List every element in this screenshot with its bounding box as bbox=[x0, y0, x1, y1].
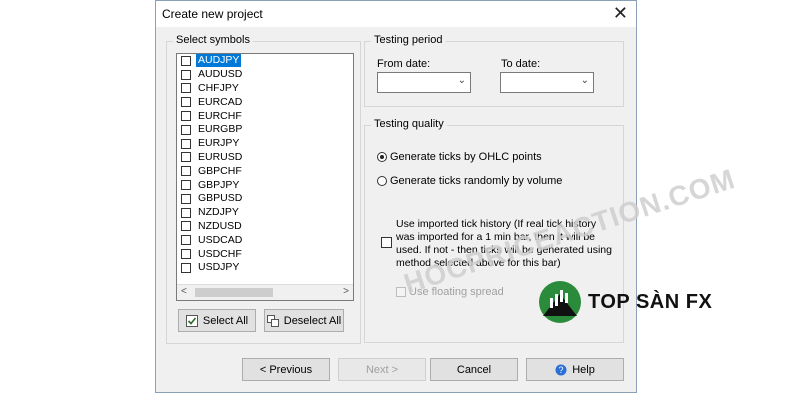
dialog-title: Create new project bbox=[162, 7, 263, 21]
testing-period-title: Testing period bbox=[371, 34, 446, 46]
chevron-down-icon: ⌄ bbox=[457, 75, 466, 86]
symbol-checkbox[interactable] bbox=[181, 166, 191, 177]
symbol-checkbox[interactable] bbox=[181, 111, 191, 122]
symbol-checkbox[interactable] bbox=[181, 235, 191, 246]
from-date-select[interactable]: ⌄ bbox=[377, 72, 471, 93]
radio-random-label: Generate ticks randomly by volume bbox=[390, 175, 563, 187]
testing-quality-title: Testing quality bbox=[371, 118, 447, 130]
tick-history-checkbox[interactable] bbox=[381, 237, 392, 248]
help-button[interactable]: ? Help bbox=[526, 358, 624, 381]
list-item[interactable]: USDJPY bbox=[177, 261, 353, 275]
brand-logo: TOP SÀN FX bbox=[538, 280, 712, 324]
previous-button[interactable]: < Previous bbox=[242, 358, 330, 381]
list-item[interactable]: AUDJPY bbox=[177, 54, 353, 68]
symbol-checkbox[interactable] bbox=[181, 262, 191, 273]
symbol-checkbox[interactable] bbox=[181, 138, 191, 149]
select-all-button[interactable]: Select All bbox=[178, 309, 256, 332]
symbol-checkbox[interactable] bbox=[181, 180, 191, 191]
help-label: Help bbox=[572, 363, 595, 376]
radio-random-circle[interactable] bbox=[377, 176, 387, 186]
next-button[interactable]: Next > bbox=[338, 358, 426, 381]
deselect-all-icon bbox=[266, 314, 279, 327]
symbol-label: AUDUSD bbox=[198, 68, 243, 81]
list-item[interactable]: CHFJPY bbox=[177, 82, 353, 96]
symbol-checkbox[interactable] bbox=[181, 83, 191, 94]
from-date-label: From date: bbox=[377, 58, 431, 70]
symbol-label: EURCHF bbox=[198, 109, 242, 122]
symbol-label: CHFJPY bbox=[198, 81, 239, 94]
close-icon[interactable]: ✕ bbox=[613, 3, 628, 24]
list-item[interactable]: GBPUSD bbox=[177, 192, 353, 206]
symbols-group-title: Select symbols bbox=[173, 34, 253, 46]
symbol-checkbox[interactable] bbox=[181, 221, 191, 232]
previous-label: < Previous bbox=[259, 363, 313, 376]
scroll-right-icon[interactable]: > bbox=[343, 286, 349, 297]
symbol-label: NZDUSD bbox=[198, 219, 242, 232]
symbol-checkbox[interactable] bbox=[181, 249, 191, 260]
svg-text:?: ? bbox=[559, 365, 564, 375]
floating-spread-checkbox[interactable] bbox=[396, 287, 406, 297]
list-item[interactable]: EURUSD bbox=[177, 151, 353, 165]
scrollbar-thumb[interactable] bbox=[195, 288, 273, 297]
select-all-label: Select All bbox=[202, 314, 249, 327]
list-item[interactable]: NZDUSD bbox=[177, 220, 353, 234]
symbol-checkbox[interactable] bbox=[181, 152, 191, 163]
horizontal-scrollbar[interactable]: < > bbox=[177, 284, 353, 300]
symbol-checkbox[interactable] bbox=[181, 193, 191, 204]
list-item[interactable]: EURJPY bbox=[177, 137, 353, 151]
list-item[interactable]: EURCHF bbox=[177, 109, 353, 123]
symbol-label: AUDJPY bbox=[196, 54, 242, 68]
list-item[interactable]: GBPJPY bbox=[177, 178, 353, 192]
symbol-label: USDCHF bbox=[198, 247, 242, 260]
deselect-all-button[interactable]: Deselect All bbox=[264, 309, 344, 332]
symbol-label: EURJPY bbox=[198, 137, 240, 150]
symbol-label: USDJPY bbox=[198, 261, 240, 274]
symbol-label: EURUSD bbox=[198, 150, 243, 163]
list-item[interactable]: USDCAD bbox=[177, 233, 353, 247]
symbols-listbox[interactable]: AUDJPY AUDUSD CHFJPY EURCAD EURCHF EURGBP EURJ… bbox=[176, 53, 354, 301]
radio-ohlc-label: Generate ticks by OHLC points bbox=[390, 151, 542, 163]
help-icon: ? bbox=[555, 364, 567, 375]
next-label: Next > bbox=[365, 363, 399, 376]
symbol-label: EURCAD bbox=[198, 95, 243, 108]
symbol-checkbox[interactable] bbox=[181, 97, 191, 108]
list-item[interactable]: AUDUSD bbox=[177, 68, 353, 82]
symbol-label: EURGBP bbox=[198, 123, 243, 136]
symbol-checkbox[interactable] bbox=[181, 124, 191, 135]
symbol-label: USDCAD bbox=[198, 233, 243, 246]
brand-name: TOP SÀN FX bbox=[588, 290, 713, 313]
deselect-all-label: Deselect All bbox=[283, 314, 342, 327]
symbol-checkbox[interactable] bbox=[181, 207, 191, 218]
cancel-button[interactable]: Cancel bbox=[430, 358, 518, 381]
list-item[interactable]: EURGBP bbox=[177, 123, 353, 137]
radio-ohlc[interactable]: Generate ticks by OHLC points bbox=[377, 151, 542, 163]
symbol-checkbox[interactable] bbox=[181, 69, 191, 80]
cancel-label: Cancel bbox=[456, 363, 492, 376]
symbol-label: GBPCHF bbox=[198, 164, 242, 177]
symbol-label: GBPJPY bbox=[198, 178, 240, 191]
radio-ohlc-circle[interactable] bbox=[377, 152, 387, 162]
scroll-left-icon[interactable]: < bbox=[181, 286, 187, 297]
radio-random[interactable]: Generate ticks randomly by volume bbox=[377, 175, 562, 187]
symbol-label: GBPUSD bbox=[198, 192, 243, 205]
create-project-dialog: Create new project ✕ Select symbols AUDJ… bbox=[155, 0, 637, 393]
list-item[interactable]: NZDJPY bbox=[177, 206, 353, 220]
list-item[interactable]: GBPCHF bbox=[177, 164, 353, 178]
symbol-label: NZDJPY bbox=[198, 206, 239, 219]
to-date-label: To date: bbox=[501, 58, 541, 70]
symbols-list: AUDJPY AUDUSD CHFJPY EURCAD EURCHF EURGBP EURJ… bbox=[177, 54, 353, 275]
chart-logo-icon bbox=[539, 281, 581, 323]
symbol-checkbox[interactable] bbox=[181, 55, 191, 66]
title-bar: Create new project ✕ bbox=[156, 1, 636, 27]
to-date-select[interactable]: ⌄ bbox=[500, 72, 594, 93]
chevron-down-icon: ⌄ bbox=[580, 75, 589, 86]
list-item[interactable]: USDCHF bbox=[177, 247, 353, 261]
select-all-icon bbox=[185, 314, 198, 327]
list-item[interactable]: EURCAD bbox=[177, 95, 353, 109]
